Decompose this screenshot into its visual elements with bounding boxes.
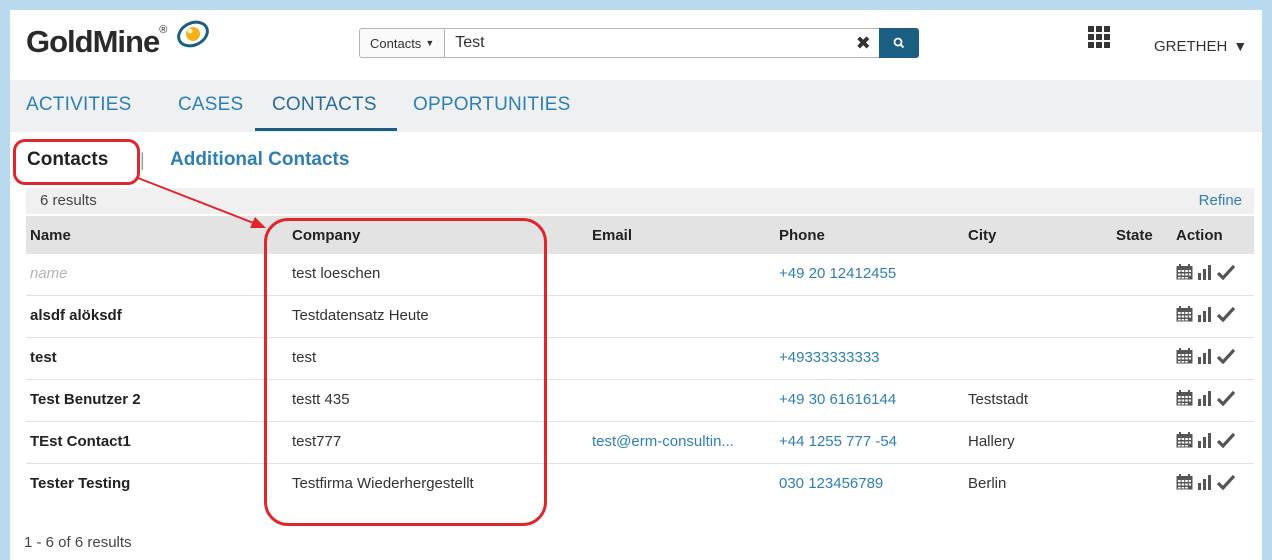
cell-city: Berlin	[968, 475, 1007, 492]
caret-down-icon: ▼	[425, 38, 435, 48]
column-header-phone[interactable]: Phone	[779, 227, 825, 244]
cell-phone[interactable]: 030 123456789	[779, 475, 883, 492]
calendar-icon[interactable]	[1176, 474, 1193, 490]
cell-phone[interactable]: +49333333333	[779, 349, 880, 366]
bar-chart-icon[interactable]	[1197, 432, 1213, 448]
annotation-highlight-company-column	[264, 218, 547, 526]
column-header-state[interactable]: State	[1116, 227, 1153, 244]
caret-down-icon: ▼	[1233, 38, 1248, 54]
app-frame: GoldMine® Contacts ▼ ✖	[10, 10, 1262, 560]
calendar-icon[interactable]	[1176, 306, 1193, 322]
bar-chart-icon[interactable]	[1197, 306, 1213, 322]
tab-activities[interactable]: ACTIVITIES	[26, 94, 131, 116]
user-menu[interactable]: GRETHEH ▼	[1154, 38, 1247, 55]
cell-name[interactable]: Test Benutzer 2	[30, 391, 141, 408]
column-header-action: Action	[1176, 227, 1223, 244]
results-count: 6 results	[40, 192, 97, 209]
logo-text: GoldMine	[26, 24, 160, 59]
search-bar: Contacts ▼ ✖	[359, 28, 920, 58]
cell-phone[interactable]: +44 1255 777 -54	[779, 433, 897, 450]
header: GoldMine® Contacts ▼ ✖	[10, 10, 1262, 78]
row-actions	[1176, 474, 1235, 490]
annotation-highlight-contacts	[13, 139, 140, 185]
row-actions	[1176, 264, 1235, 280]
close-icon[interactable]: ✖	[847, 28, 880, 58]
tab-cases[interactable]: CASES	[178, 94, 243, 116]
user-name: GRETHEH	[1154, 38, 1228, 55]
bar-chart-icon[interactable]	[1197, 390, 1213, 406]
calendar-icon[interactable]	[1176, 390, 1193, 406]
column-header-city[interactable]: City	[968, 227, 996, 244]
cell-phone[interactable]: +49 20 12412455	[779, 265, 896, 282]
logo-swirl-icon	[177, 20, 209, 48]
pagination-summary: 1 - 6 of 6 results	[24, 534, 132, 551]
table-row[interactable]: TEst Contact1 test777 test@erm-consultin…	[26, 422, 1254, 464]
table-row[interactable]: alsdf alöksdf Testdatensatz Heute	[26, 296, 1254, 338]
grid-icon[interactable]	[1088, 26, 1110, 48]
search-scope-label: Contacts	[370, 35, 422, 51]
cell-email[interactable]: test@erm-consultin...	[592, 433, 770, 450]
bar-chart-icon[interactable]	[1197, 474, 1213, 490]
column-header-email[interactable]: Email	[592, 227, 632, 244]
checkmark-icon[interactable]	[1217, 432, 1235, 448]
goldmine-logo[interactable]: GoldMine®	[26, 24, 167, 60]
calendar-icon[interactable]	[1176, 348, 1193, 364]
cell-name[interactable]: Tester Testing	[30, 475, 130, 492]
checkmark-icon[interactable]	[1217, 306, 1235, 322]
column-header-name[interactable]: Name	[30, 227, 71, 244]
bar-chart-icon[interactable]	[1197, 264, 1213, 280]
row-actions	[1176, 306, 1235, 322]
cell-name[interactable]: TEst Contact1	[30, 433, 131, 450]
table-header: Name Company Email Phone City State Acti…	[26, 216, 1254, 254]
logo-registered: ®	[159, 24, 167, 36]
calendar-icon[interactable]	[1176, 432, 1193, 448]
row-actions	[1176, 432, 1235, 448]
cell-city: Hallery	[968, 433, 1015, 450]
main-nav: ACTIVITIES CASES CONTACTS OPPORTUNITIES	[10, 80, 1262, 132]
cell-name[interactable]: alsdf alöksdf	[30, 307, 122, 324]
results-bar: 6 results Refine	[26, 188, 1254, 214]
search-input[interactable]	[444, 28, 848, 58]
cell-name[interactable]: name	[30, 265, 68, 282]
cell-phone[interactable]: +49 30 61616144	[779, 391, 896, 408]
subtab-separator: |	[140, 150, 145, 170]
subtab-additional-contacts[interactable]: Additional Contacts	[170, 149, 349, 171]
table-row[interactable]: test test +49333333333	[26, 338, 1254, 380]
calendar-icon[interactable]	[1176, 264, 1193, 280]
table-row[interactable]: name test loeschen +49 20 12412455	[26, 254, 1254, 296]
search-icon	[893, 37, 905, 49]
row-actions	[1176, 348, 1235, 364]
active-tab-indicator	[255, 128, 397, 131]
search-button[interactable]	[879, 28, 920, 58]
bar-chart-icon[interactable]	[1197, 348, 1213, 364]
table-row[interactable]: Tester Testing Testfirma Wiederhergestel…	[26, 464, 1254, 505]
row-actions	[1176, 390, 1235, 406]
checkmark-icon[interactable]	[1217, 348, 1235, 364]
cell-name[interactable]: test	[30, 349, 57, 366]
refine-link[interactable]: Refine	[1199, 192, 1242, 209]
checkmark-icon[interactable]	[1217, 264, 1235, 280]
tab-opportunities[interactable]: OPPORTUNITIES	[413, 94, 570, 116]
checkmark-icon[interactable]	[1217, 474, 1235, 490]
cell-city: Teststadt	[968, 391, 1029, 408]
search-scope-dropdown[interactable]: Contacts ▼	[359, 28, 445, 58]
checkmark-icon[interactable]	[1217, 390, 1235, 406]
tab-contacts[interactable]: CONTACTS	[272, 94, 377, 116]
table-row[interactable]: Test Benutzer 2 testt 435 +49 30 6161614…	[26, 380, 1254, 422]
